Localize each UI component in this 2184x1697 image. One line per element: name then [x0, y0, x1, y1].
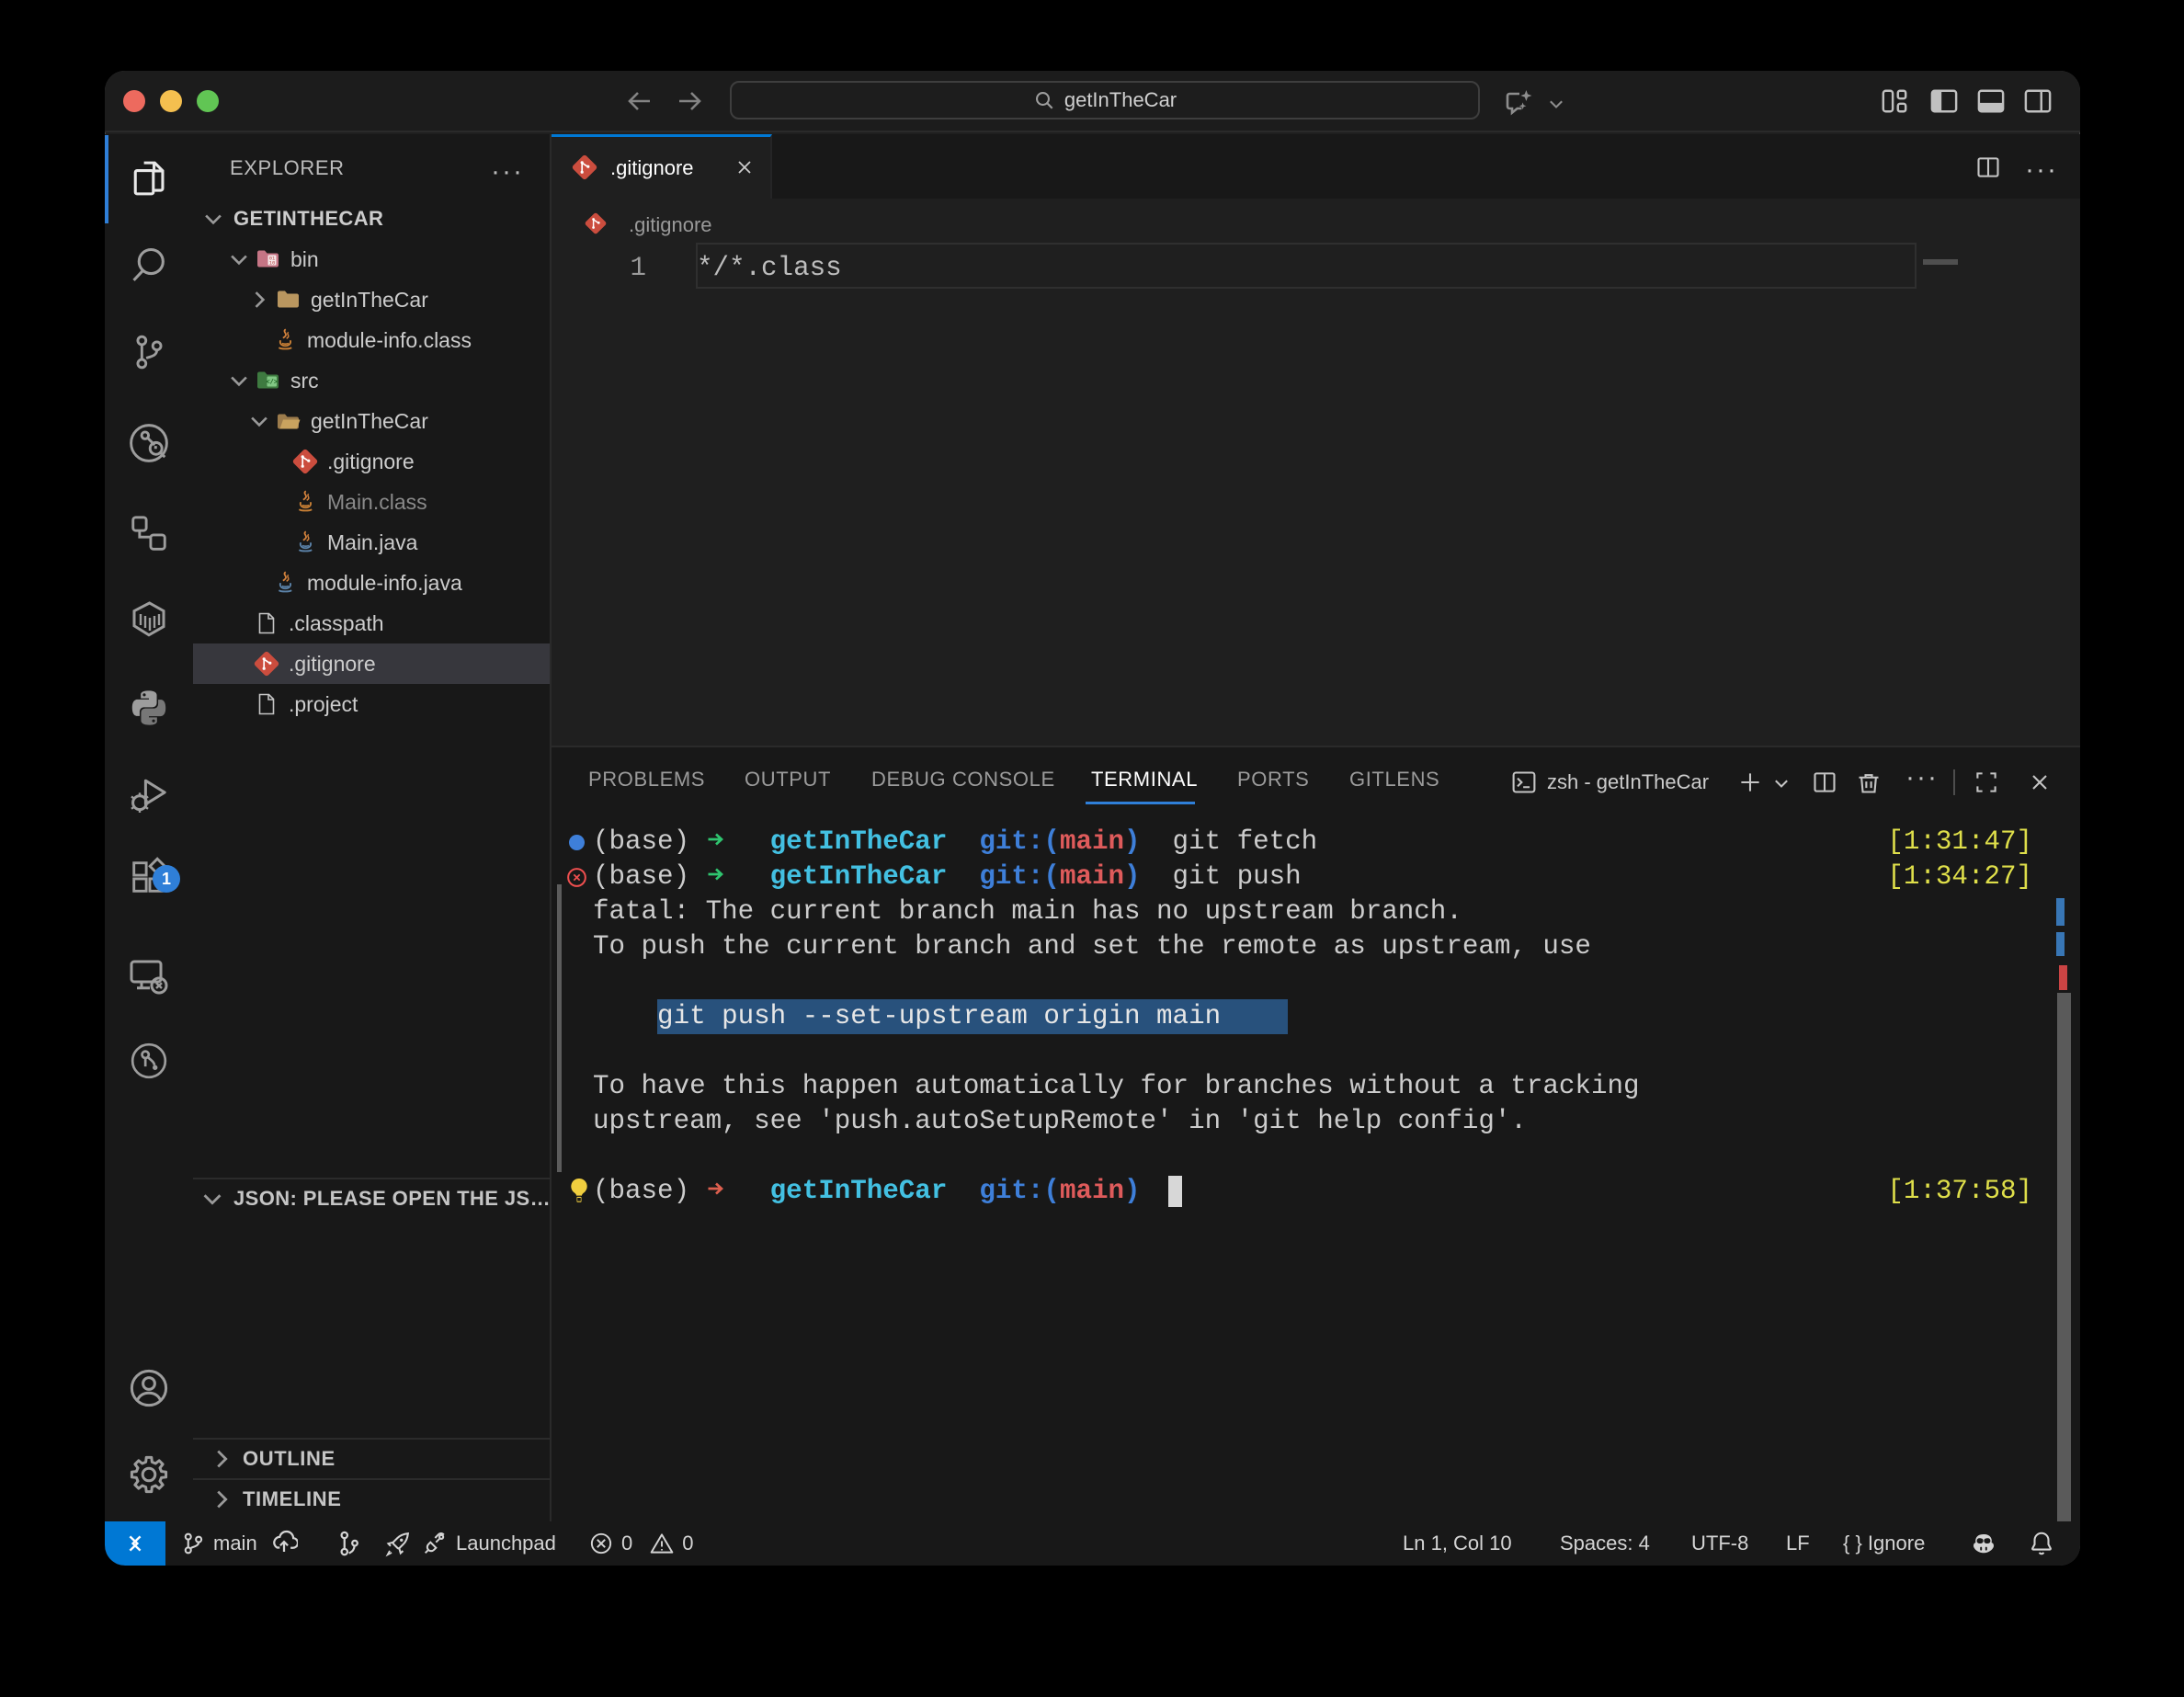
- svg-text:10: 10: [269, 259, 276, 266]
- svg-text:</>: </>: [266, 380, 278, 387]
